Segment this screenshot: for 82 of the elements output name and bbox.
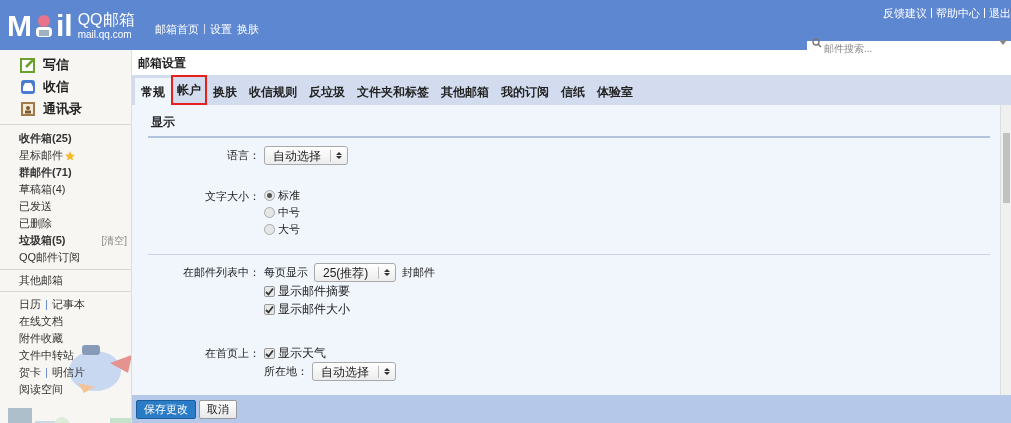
brand-name: QQ邮箱 <box>77 12 135 28</box>
scrollbar[interactable] <box>1000 105 1011 395</box>
dropdown[interactable]: 25(推荐) <box>314 263 396 282</box>
field-text: 每页显示 <box>264 265 308 281</box>
field-label: 在邮件列表中： <box>182 265 261 280</box>
settings-tab[interactable]: 我的订阅 <box>495 78 555 105</box>
logo-letters: il <box>56 11 73 41</box>
pencil-icon <box>20 57 36 73</box>
checkbox-label: 显示邮件摘要 <box>278 283 350 300</box>
caret-icon <box>999 39 1007 45</box>
nav-link[interactable]: 邮箱首页 <box>154 20 199 37</box>
top-link[interactable]: 反馈建议 <box>883 5 927 22</box>
settings-tab[interactable]: 其他邮箱 <box>435 78 495 105</box>
search-field[interactable]: 邮件搜索... <box>807 40 1011 56</box>
nav-link[interactable]: 换肤 <box>236 20 259 37</box>
settings-tab[interactable]: 帐户 <box>171 75 207 105</box>
divider <box>931 8 932 19</box>
inbox-icon <box>20 79 36 95</box>
tool-link[interactable]: 阅读空间 <box>19 381 63 398</box>
checkbox[interactable] <box>264 347 275 359</box>
field-text: 所在地： <box>264 364 308 380</box>
radio-button[interactable] <box>264 190 275 201</box>
dropdown[interactable]: 自动选择 <box>264 146 348 165</box>
settings-tab[interactable]: 收信规则 <box>243 78 303 105</box>
field-label: 在首页上： <box>204 346 261 361</box>
settings-tab[interactable]: 常规 <box>135 78 171 105</box>
updown-icon <box>384 367 390 376</box>
radio-label: 中号 <box>278 205 300 221</box>
folder-link[interactable]: 收件箱(25) <box>19 130 72 147</box>
updown-icon <box>384 268 390 277</box>
tool-link[interactable]: 附件收藏 <box>19 330 63 347</box>
divider <box>203 23 205 34</box>
field-label: 语言： <box>226 148 261 163</box>
tool-link[interactable]: 在线文档 <box>19 313 63 330</box>
logo-letter: M <box>7 11 32 41</box>
page-title: 邮箱设置 <box>138 54 186 72</box>
settings-tab[interactable]: 体验室 <box>591 78 639 105</box>
radio-label: 大号 <box>278 222 300 238</box>
settings-tab[interactable]: 文件夹和标签 <box>351 78 435 105</box>
divider <box>984 8 985 19</box>
cancel-button[interactable]: 取消 <box>199 399 237 419</box>
updown-icon <box>336 151 342 160</box>
top-link[interactable]: 退出 <box>989 5 1011 22</box>
checkbox[interactable] <box>264 285 275 297</box>
folder-link[interactable]: 已删除 <box>19 215 52 232</box>
sidebar-action[interactable]: 收信 <box>20 78 131 96</box>
nav-link[interactable]: 设置 <box>209 20 232 37</box>
field-label: 文字大小： <box>204 189 261 204</box>
divider <box>46 367 47 378</box>
divider <box>46 299 47 310</box>
tool-link[interactable]: 文件中转站 <box>19 347 74 364</box>
folder-link[interactable]: 草稿箱(4) <box>19 181 66 198</box>
settings-tab[interactable]: 信纸 <box>555 78 591 105</box>
checkbox-label: 显示邮件大小 <box>278 301 350 318</box>
settings-tab[interactable]: 反垃圾 <box>303 78 351 105</box>
top-link[interactable]: 帮助中心 <box>936 5 980 22</box>
empty-link[interactable]: [清空] <box>101 233 127 248</box>
dropdown[interactable]: 自动选择 <box>312 362 396 381</box>
settings-tab[interactable]: 换肤 <box>207 78 243 105</box>
radio-button[interactable] <box>264 224 275 235</box>
field-text: 封邮件 <box>402 265 435 281</box>
folder-link[interactable]: 群邮件(71) <box>19 164 72 181</box>
tool-link[interactable]: 明信片 <box>52 364 85 381</box>
domain-text: mail.qq.com <box>77 30 133 40</box>
search-icon <box>812 37 822 48</box>
tool-link[interactable]: 记事本 <box>52 296 85 313</box>
checkbox-label: 显示天气 <box>278 345 326 362</box>
radio-label: 标准 <box>278 188 300 204</box>
folder-link[interactable]: 垃圾箱(5) <box>19 232 66 249</box>
folder-link[interactable]: 已发送 <box>19 198 52 215</box>
folder-link[interactable]: 星标邮件 <box>19 147 63 164</box>
sidebar-action[interactable]: 通讯录 <box>20 100 131 118</box>
sidebar-action[interactable]: 写信 <box>20 56 131 74</box>
folder-link[interactable]: QQ邮件订阅 <box>19 249 81 266</box>
checkbox[interactable] <box>264 303 275 315</box>
radio-button[interactable] <box>264 207 275 218</box>
contact-card-icon <box>20 101 36 117</box>
section-title: 显示 <box>150 114 176 131</box>
tool-link[interactable]: 日历 <box>19 296 41 313</box>
tool-link[interactable]: 贺卡 <box>19 364 41 381</box>
other-mailbox-link[interactable]: 其他邮箱 <box>0 270 131 291</box>
save-button[interactable]: 保存更改 <box>136 399 196 419</box>
